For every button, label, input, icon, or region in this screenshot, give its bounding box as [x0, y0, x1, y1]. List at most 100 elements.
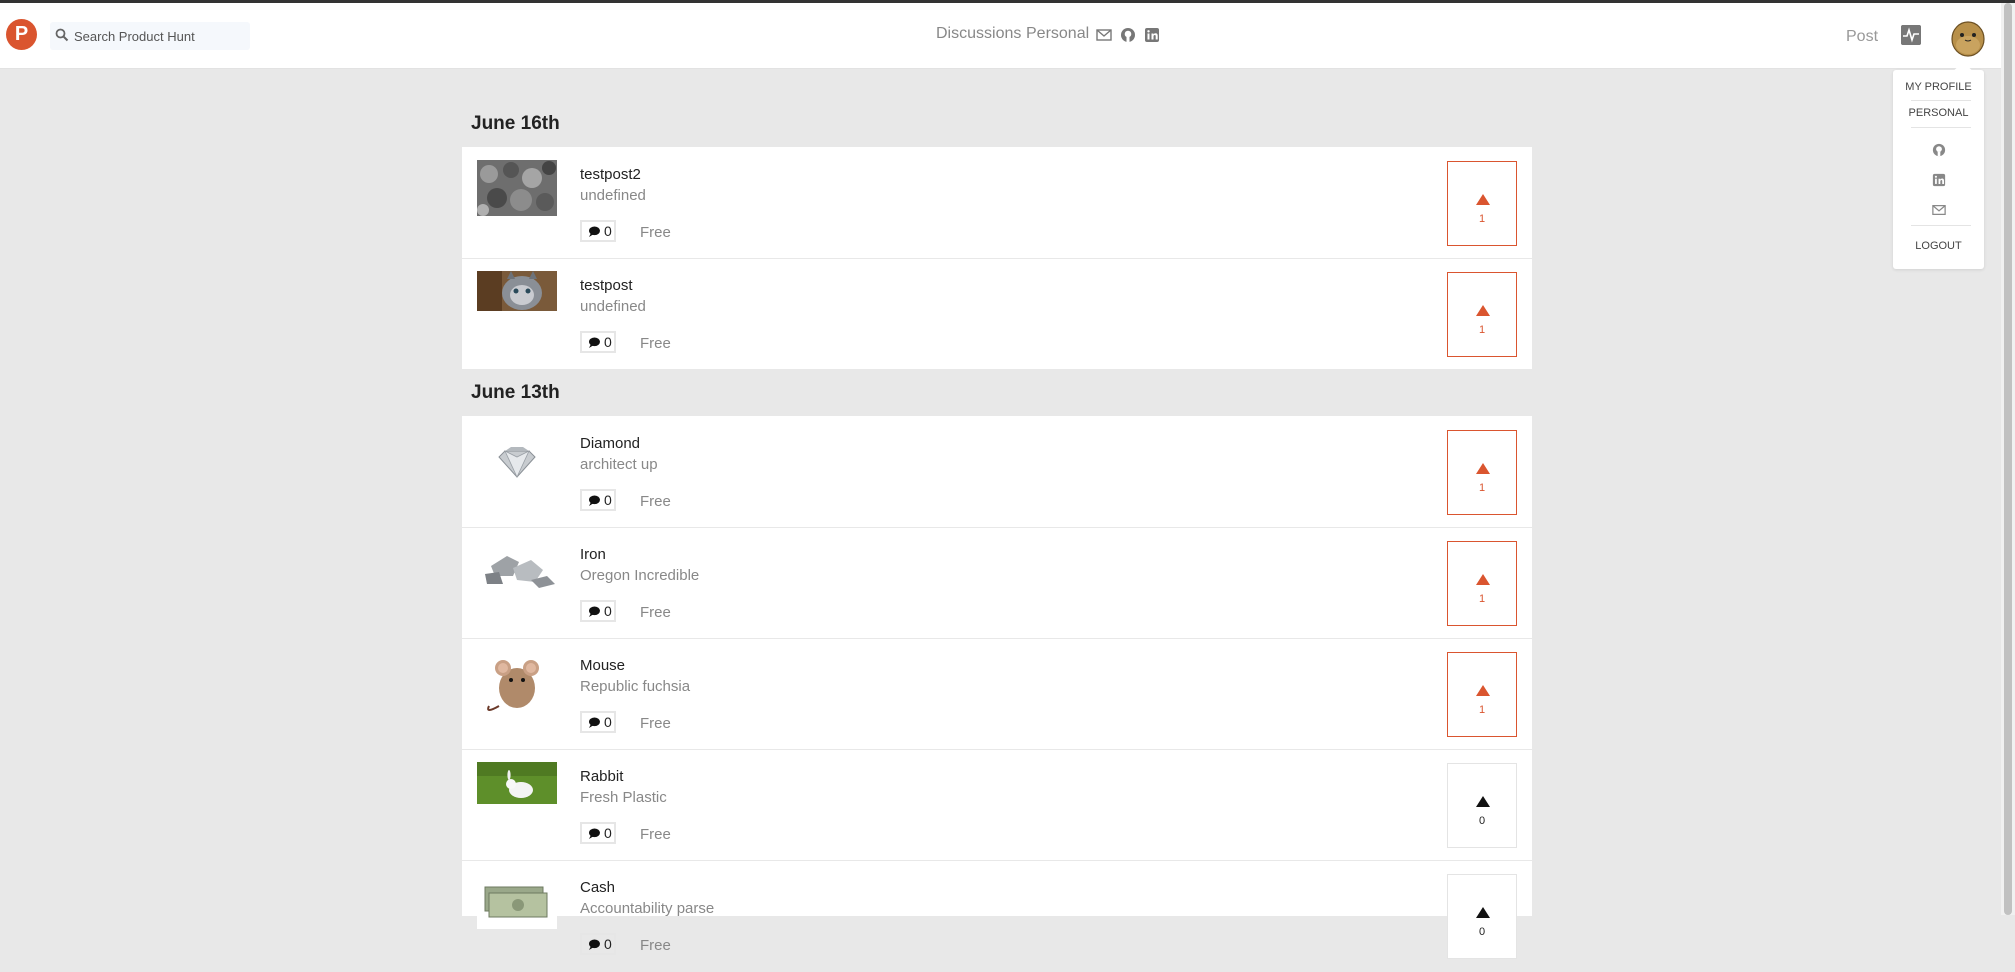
comment-count: 0 [604, 223, 612, 239]
search-box[interactable] [50, 22, 250, 50]
price-label: Free [640, 826, 671, 843]
post-link[interactable]: Post [1846, 28, 1878, 46]
comment-bubble-icon [589, 495, 600, 506]
upvote-button[interactable]: 1 [1447, 541, 1517, 626]
product-row[interactable]: testpost undefined 0 Free 1 [462, 258, 1532, 369]
comments-button[interactable]: 0 [580, 220, 616, 242]
vote-count: 1 [1478, 704, 1486, 716]
day-title: June 16th [471, 113, 560, 134]
product-row[interactable]: Iron Oregon Incredible 0 Free 1 [462, 527, 1532, 639]
day-title: June 13th [471, 382, 560, 403]
comment-bubble-icon [589, 717, 600, 728]
dropdown-logout[interactable]: LOGOUT [1893, 240, 1984, 252]
product-name[interactable]: testpost2 [580, 166, 641, 183]
upvote-button[interactable]: 1 [1447, 161, 1517, 246]
product-row[interactable]: Cash Accountability parse 0 Free 0 [462, 860, 1532, 972]
comments-button[interactable]: 0 [580, 600, 616, 622]
comment-count: 0 [604, 825, 612, 841]
vertical-scrollbar[interactable] [2001, 3, 2015, 915]
vote-count: 1 [1478, 324, 1486, 336]
comment-count: 0 [604, 936, 612, 952]
upvote-arrow-icon [1476, 305, 1490, 316]
product-name[interactable]: Cash [580, 879, 615, 896]
price-label: Free [640, 335, 671, 352]
day-card: Diamond architect up 0 Free 1 Iron Orego [462, 416, 1532, 972]
price-label: Free [640, 224, 671, 241]
upvote-arrow-icon [1476, 463, 1490, 474]
mail-icon[interactable] [1932, 203, 1946, 217]
price-label: Free [640, 715, 671, 732]
upvote-arrow-icon [1476, 907, 1490, 918]
product-name[interactable]: Diamond [580, 435, 640, 452]
product-name[interactable]: Iron [580, 546, 606, 563]
upvote-button[interactable]: 0 [1447, 874, 1517, 959]
github-icon[interactable] [1932, 143, 1946, 157]
product-tagline: undefined [580, 298, 646, 315]
comments-button[interactable]: 0 [580, 489, 616, 511]
product-row[interactable]: Diamond architect up 0 Free 1 [462, 416, 1532, 528]
search-input[interactable] [74, 22, 244, 50]
product-tagline: undefined [580, 187, 646, 204]
upvote-arrow-icon [1476, 194, 1490, 205]
comments-button[interactable]: 0 [580, 331, 616, 353]
comment-count: 0 [604, 603, 612, 619]
vote-count: 1 [1478, 213, 1486, 225]
product-row[interactable]: testpost2 undefined 0 Free 1 [462, 147, 1532, 259]
linkedin-icon[interactable] [1144, 27, 1160, 43]
comments-button[interactable]: 0 [580, 933, 616, 955]
product-tagline: Republic fuchsia [580, 678, 691, 695]
product-name[interactable]: Mouse [580, 657, 625, 674]
vote-count: 0 [1478, 815, 1486, 827]
product-thumbnail [477, 160, 557, 216]
comment-count: 0 [604, 492, 612, 508]
divider [1911, 225, 1971, 226]
scrollbar-thumb[interactable] [2004, 3, 2012, 915]
upvote-button[interactable]: 1 [1447, 652, 1517, 737]
nav-personal[interactable]: Personal [1026, 25, 1089, 43]
comment-bubble-icon [589, 828, 600, 839]
product-tagline: Fresh Plastic [580, 789, 667, 806]
product-name[interactable]: testpost [580, 277, 633, 294]
upvote-button[interactable]: 1 [1447, 430, 1517, 515]
github-icon[interactable] [1120, 27, 1136, 43]
comment-bubble-icon [589, 226, 600, 237]
vote-count: 1 [1478, 482, 1486, 494]
product-thumbnail [477, 646, 557, 716]
product-thumbnail [477, 540, 557, 596]
product-tagline: architect up [580, 456, 658, 473]
upvote-arrow-icon [1476, 574, 1490, 585]
upvote-arrow-icon [1476, 685, 1490, 696]
upvote-button[interactable]: 0 [1447, 763, 1517, 848]
comments-button[interactable]: 0 [580, 822, 616, 844]
comments-button[interactable]: 0 [580, 711, 616, 733]
price-label: Free [640, 937, 671, 954]
comment-bubble-icon [589, 606, 600, 617]
product-thumbnail [477, 873, 557, 929]
comment-count: 0 [604, 714, 612, 730]
upvote-button[interactable]: 1 [1447, 272, 1517, 357]
day-card: testpost2 undefined 0 Free 1 testpost un… [462, 147, 1532, 369]
product-tagline: Accountability parse [580, 900, 715, 917]
linkedin-icon[interactable] [1932, 173, 1946, 187]
product-thumbnail [477, 271, 557, 311]
product-tagline: Oregon Incredible [580, 567, 700, 584]
dropdown-personal[interactable]: PERSONAL [1893, 107, 1984, 119]
comment-bubble-icon [589, 337, 600, 348]
product-row[interactable]: Rabbit Fresh Plastic 0 Free 0 [462, 749, 1532, 861]
price-label: Free [640, 604, 671, 621]
price-label: Free [640, 493, 671, 510]
product-hunt-logo[interactable]: P [6, 19, 37, 50]
activity-icon[interactable] [1901, 25, 1921, 45]
product-name[interactable]: Rabbit [580, 768, 623, 785]
search-icon [55, 28, 69, 42]
divider [1911, 100, 1971, 101]
dropdown-my-profile[interactable]: MY PROFILE [1893, 81, 1984, 93]
product-thumbnail [477, 429, 557, 485]
nav-discussions[interactable]: Discussions [936, 25, 1021, 43]
product-row[interactable]: Mouse Republic fuchsia 0 Free 1 [462, 638, 1532, 750]
mail-icon[interactable] [1096, 27, 1112, 43]
divider [1911, 127, 1971, 128]
profile-dropdown: MY PROFILE PERSONAL LOGOUT [1893, 61, 1984, 269]
vote-count: 0 [1478, 926, 1486, 938]
user-avatar[interactable] [1950, 17, 1986, 57]
